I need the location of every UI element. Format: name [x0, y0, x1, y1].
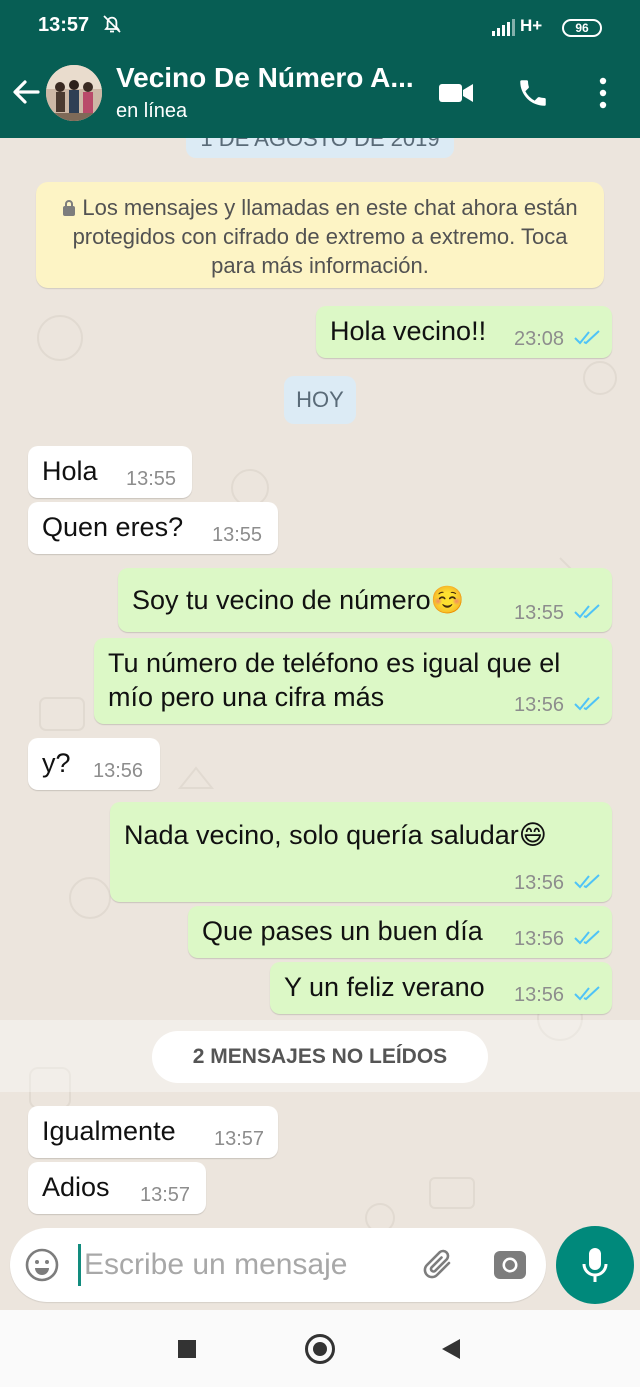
recents-square-icon[interactable]: [178, 1340, 196, 1358]
signal-icon: [492, 19, 515, 36]
back-arrow-icon[interactable]: [8, 74, 44, 110]
read-ticks-icon: [574, 986, 600, 1001]
message-incoming[interactable]: Igualmente 13:57: [28, 1106, 278, 1158]
microphone-icon: [582, 1248, 608, 1282]
message-incoming[interactable]: y? 13:56: [28, 738, 160, 790]
message-outgoing[interactable]: Hola vecino!! 23:08: [316, 306, 612, 358]
message-time: 13:56: [514, 928, 565, 950]
read-ticks-icon: [574, 930, 600, 945]
more-options-icon[interactable]: [592, 76, 614, 110]
contact-name[interactable]: Vecino De Número A...: [116, 62, 414, 94]
emoji-icon[interactable]: [24, 1247, 60, 1283]
system-nav-bar: [0, 1310, 640, 1387]
message-time: 13:56: [514, 872, 565, 894]
message-text: Adios: [42, 1172, 110, 1202]
message-outgoing[interactable]: Nada vecino, solo quería saludar😄 13:56: [110, 802, 612, 902]
message-time: 13:57: [214, 1128, 265, 1150]
message-text: Y un feliz verano: [284, 972, 485, 1002]
message-time: 23:08: [514, 328, 565, 350]
home-circle-icon[interactable]: [305, 1334, 335, 1364]
message-text: Quen eres?: [42, 512, 184, 542]
read-ticks-icon: [574, 330, 600, 345]
video-call-icon[interactable]: [438, 78, 474, 108]
message-text: Que pases un buen día: [202, 916, 483, 946]
encryption-notice-text: Los mensajes y llamadas en este chat aho…: [72, 195, 578, 278]
phone-call-icon[interactable]: [516, 76, 550, 110]
message-text: y?: [42, 748, 71, 778]
chat-area[interactable]: 1 DE AGOSTO DE 2019 Los mensajes y llama…: [0, 138, 640, 1310]
unread-count-label: 2 MENSAJES NO LEÍDOS: [152, 1031, 488, 1083]
message-incoming[interactable]: Quen eres? 13:55: [28, 502, 278, 554]
voice-record-button[interactable]: [556, 1226, 634, 1304]
unread-banner: 2 MENSAJES NO LEÍDOS: [0, 1020, 640, 1092]
message-text: Nada vecino, solo quería saludar😄: [124, 820, 547, 850]
message-time: 13:55: [126, 468, 177, 490]
read-ticks-icon: [574, 874, 600, 889]
message-text: Igualmente: [42, 1116, 176, 1146]
camera-icon[interactable]: [492, 1247, 528, 1281]
battery-indicator: 96: [562, 19, 602, 37]
message-time: 13:55: [514, 602, 565, 624]
message-time: 13:55: [212, 524, 263, 546]
status-time: 13:57: [38, 14, 90, 36]
text-cursor: [78, 1244, 81, 1286]
contact-status: en línea: [116, 100, 188, 122]
date-chip-today: HOY: [284, 376, 356, 424]
network-type: H+: [520, 16, 543, 35]
encryption-notice[interactable]: Los mensajes y llamadas en este chat aho…: [36, 182, 604, 288]
contact-avatar[interactable]: [46, 65, 102, 121]
read-ticks-icon: [574, 696, 600, 711]
message-outgoing[interactable]: Que pases un buen día 13:56: [188, 906, 612, 958]
message-text: Hola vecino!!: [330, 316, 487, 346]
lock-icon: [63, 200, 76, 216]
back-triangle-icon[interactable]: [440, 1338, 462, 1360]
message-composer: [10, 1228, 546, 1302]
date-chip-previous: 1 DE AGOSTO DE 2019: [186, 138, 454, 158]
attachment-icon[interactable]: [420, 1246, 458, 1284]
status-bar: 13:57 H+ 96: [0, 0, 640, 48]
message-time: 13:56: [93, 760, 144, 782]
chat-header: Vecino De Número A... en línea: [0, 48, 640, 138]
message-input[interactable]: [84, 1242, 404, 1288]
message-text: Hola: [42, 456, 98, 486]
message-time: 13:56: [514, 984, 565, 1006]
message-outgoing[interactable]: Soy tu vecino de número☺️ 13:55: [118, 568, 612, 632]
read-ticks-icon: [574, 604, 600, 619]
message-incoming[interactable]: Hola 13:55: [28, 446, 192, 498]
message-time: 13:57: [140, 1184, 191, 1206]
muted-alarm-icon: [103, 15, 121, 33]
message-outgoing[interactable]: Y un feliz verano 13:56: [270, 962, 612, 1014]
message-outgoing[interactable]: Tu número de teléfono es igual que el mí…: [94, 638, 612, 724]
message-time: 13:56: [514, 694, 565, 716]
message-incoming[interactable]: Adios 13:57: [28, 1162, 206, 1214]
message-text: Soy tu vecino de número☺️: [132, 585, 465, 615]
